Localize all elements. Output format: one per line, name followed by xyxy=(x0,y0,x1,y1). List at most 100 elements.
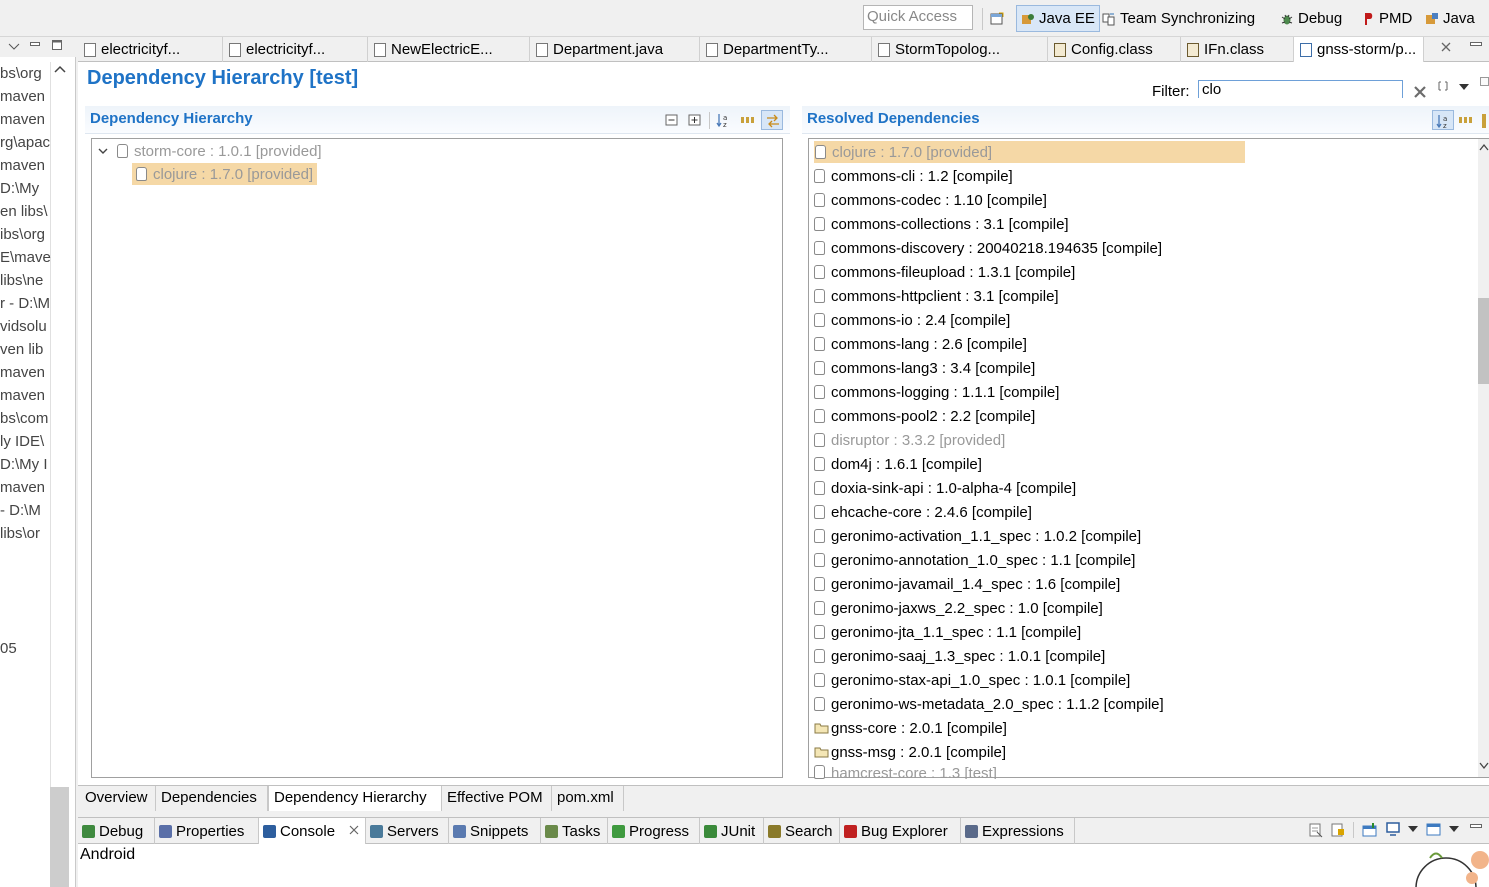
list-item[interactable]: geronimo-stax-api_1.0_spec : 1.0.1 [comp… xyxy=(814,669,1130,691)
list-item[interactable]: commons-lang : 2.6 [compile] xyxy=(814,333,1027,355)
scroll-up-icon[interactable] xyxy=(1479,143,1489,151)
close-console-icon[interactable] xyxy=(349,825,359,835)
view-tab[interactable]: Properties xyxy=(155,818,259,844)
list-item[interactable]: clojure : 1.7.0 [provided] xyxy=(814,141,1245,163)
clear-filter-icon[interactable] xyxy=(1413,86,1427,98)
expressions-icon xyxy=(965,824,978,838)
editor-tab[interactable]: StormTopolog... xyxy=(872,37,1048,62)
list-item[interactable]: commons-discovery : 20040218.194635 [com… xyxy=(814,237,1162,259)
list-item[interactable]: geronimo-javamail_1.4_spec : 1.6 [compil… xyxy=(814,573,1120,595)
editor-page-tab[interactable]: pom.xml xyxy=(552,786,624,811)
editor-page-tab[interactable]: Effective POM xyxy=(442,786,552,811)
list-item[interactable]: gnss-core : 2.0.1 [compile] xyxy=(814,717,1007,739)
sort-resolved-button[interactable]: az xyxy=(1432,110,1454,130)
view-tab[interactable]: Search xyxy=(764,818,840,844)
expand-all-icon[interactable] xyxy=(687,112,703,128)
list-item[interactable]: geronimo-ws-metadata_2.0_spec : 1.1.2 [c… xyxy=(814,693,1164,715)
perspective-java[interactable]: Java xyxy=(1421,5,1479,32)
list-item[interactable]: commons-io : 2.4 [compile] xyxy=(814,309,1010,331)
close-tab-icon[interactable] xyxy=(1441,42,1451,52)
editor-tab[interactable]: Department.java xyxy=(530,37,700,62)
list-item[interactable]: ehcache-core : 2.4.6 [compile] xyxy=(814,501,1032,523)
minimize-view-icon[interactable] xyxy=(1470,823,1482,829)
display-console-dropdown-icon[interactable] xyxy=(1407,825,1419,833)
scroll-lock-icon[interactable] xyxy=(1330,822,1346,838)
chevron-down-icon[interactable] xyxy=(97,146,109,156)
quick-access-input[interactable]: Quick Access xyxy=(863,5,973,30)
perspective-java-ee[interactable]: Java EE xyxy=(1016,5,1100,32)
scroll-up-icon[interactable] xyxy=(54,65,66,73)
list-item[interactable]: commons-codec : 1.10 [compile] xyxy=(814,189,1047,211)
view-tab[interactable]: Progress xyxy=(608,818,700,844)
pin-console-icon[interactable] xyxy=(1362,822,1378,838)
collapse-all-icon[interactable] xyxy=(664,112,680,128)
list-item[interactable]: commons-cli : 1.2 [compile] xyxy=(814,165,1013,187)
display-console-icon[interactable] xyxy=(1385,821,1401,837)
perspective-team-synchronizing[interactable]: Team Synchronizing xyxy=(1098,5,1259,32)
editor-tab[interactable]: DepartmentTy... xyxy=(700,37,872,62)
sort-icon[interactable]: az xyxy=(716,112,732,128)
package-explorer-scroll-thumb[interactable] xyxy=(50,787,69,887)
header-more-icon[interactable] xyxy=(1480,77,1489,86)
editor-minimize-icon[interactable] xyxy=(1470,41,1482,47)
link-with-editor-button[interactable] xyxy=(761,110,783,130)
list-item[interactable]: dom4j : 1.6.1 [compile] xyxy=(814,453,982,475)
snippets-icon xyxy=(453,824,466,838)
list-item[interactable]: commons-lang3 : 3.4 [compile] xyxy=(814,357,1035,379)
editor-tab[interactable]: electricityf... xyxy=(78,37,223,62)
clear-console-icon[interactable] xyxy=(1308,822,1324,838)
editor-tab[interactable]: gnss-storm/p... xyxy=(1294,37,1424,62)
view-tab[interactable]: Debug xyxy=(78,818,155,844)
scroll-down-icon[interactable] xyxy=(1479,762,1489,770)
list-item[interactable]: hamcrest-core : 1.3 [test] xyxy=(814,765,997,779)
open-console-dropdown-icon[interactable] xyxy=(1448,825,1460,833)
editor-tab[interactable]: Config.class xyxy=(1048,37,1181,62)
list-item[interactable]: geronimo-saaj_1.3_spec : 1.0.1 [compile] xyxy=(814,645,1105,667)
show-group-id-icon[interactable] xyxy=(740,112,756,128)
list-item[interactable]: disruptor : 3.3.2 [provided] xyxy=(814,429,1005,451)
minimize-icon[interactable] xyxy=(30,40,40,48)
editor-page-tab[interactable]: Dependencies xyxy=(156,786,268,811)
view-tab[interactable]: Servers xyxy=(366,818,449,844)
perspective-debug[interactable]: Debug xyxy=(1276,5,1346,32)
view-tab[interactable]: JUnit xyxy=(700,818,764,844)
list-item[interactable]: commons-logging : 1.1.1 [compile] xyxy=(814,381,1059,403)
console-view[interactable] xyxy=(78,844,1489,887)
list-item[interactable]: commons-collections : 3.1 [compile] xyxy=(814,213,1069,235)
view-tab[interactable]: Snippets xyxy=(449,818,541,844)
editor-page-tab[interactable]: Overview xyxy=(80,786,156,811)
open-perspective-button[interactable] xyxy=(986,5,1012,32)
list-item[interactable]: geronimo-annotation_1.0_spec : 1.1 [comp… xyxy=(814,549,1135,571)
resolved-scroll-thumb[interactable] xyxy=(1478,298,1489,384)
filter-dropdown-icon[interactable] xyxy=(1458,83,1470,91)
jar-icon xyxy=(814,765,825,779)
filter-input[interactable]: clo xyxy=(1198,80,1403,98)
maximize-icon[interactable] xyxy=(52,40,62,50)
perspective-pmd[interactable]: PMD xyxy=(1357,5,1416,32)
view-tab[interactable]: Tasks xyxy=(541,818,608,844)
editor-tab[interactable]: electricityf... xyxy=(223,37,368,62)
editor-tab[interactable]: IFn.class xyxy=(1181,37,1294,62)
show-group-id-icon[interactable] xyxy=(1458,112,1474,128)
list-item[interactable]: commons-httpclient : 3.1 [compile] xyxy=(814,285,1059,307)
list-item[interactable]: commons-fileupload : 1.3.1 [compile] xyxy=(814,261,1075,283)
dependency-hierarchy-tree[interactable] xyxy=(91,138,783,778)
list-item[interactable]: doxia-sink-api : 1.0-alpha-4 [compile] xyxy=(814,477,1076,499)
list-item[interactable]: commons-pool2 : 2.2 [compile] xyxy=(814,405,1035,427)
list-item[interactable]: geronimo-jaxws_2.2_spec : 1.0 [compile] xyxy=(814,597,1103,619)
list-item[interactable]: geronimo-jta_1.1_spec : 1.1 [compile] xyxy=(814,621,1081,643)
list-item[interactable]: gnss-msg : 2.0.1 [compile] xyxy=(814,741,1006,763)
view-tab[interactable]: Bug Explorer xyxy=(840,818,961,844)
tree-node-clojure[interactable]: clojure : 1.7.0 [provided] xyxy=(132,163,318,185)
open-console-icon[interactable] xyxy=(1426,821,1442,837)
view-tab[interactable]: Expressions xyxy=(961,818,1075,844)
resolved-scrollbar[interactable] xyxy=(1478,139,1489,777)
package-explorer-scrollbar[interactable] xyxy=(50,62,69,887)
editor-page-tab[interactable]: Dependency Hierarchy xyxy=(268,786,442,811)
filter-mode-icon[interactable] xyxy=(1437,80,1449,92)
editor-tab[interactable]: NewElectricE... xyxy=(368,37,530,62)
view-menu-icon[interactable] xyxy=(8,42,20,52)
tree-node-storm-core[interactable]: storm-core : 1.0.1 [provided] xyxy=(117,140,322,162)
more-icon[interactable] xyxy=(1482,114,1486,128)
list-item[interactable]: geronimo-activation_1.1_spec : 1.0.2 [co… xyxy=(814,525,1141,547)
